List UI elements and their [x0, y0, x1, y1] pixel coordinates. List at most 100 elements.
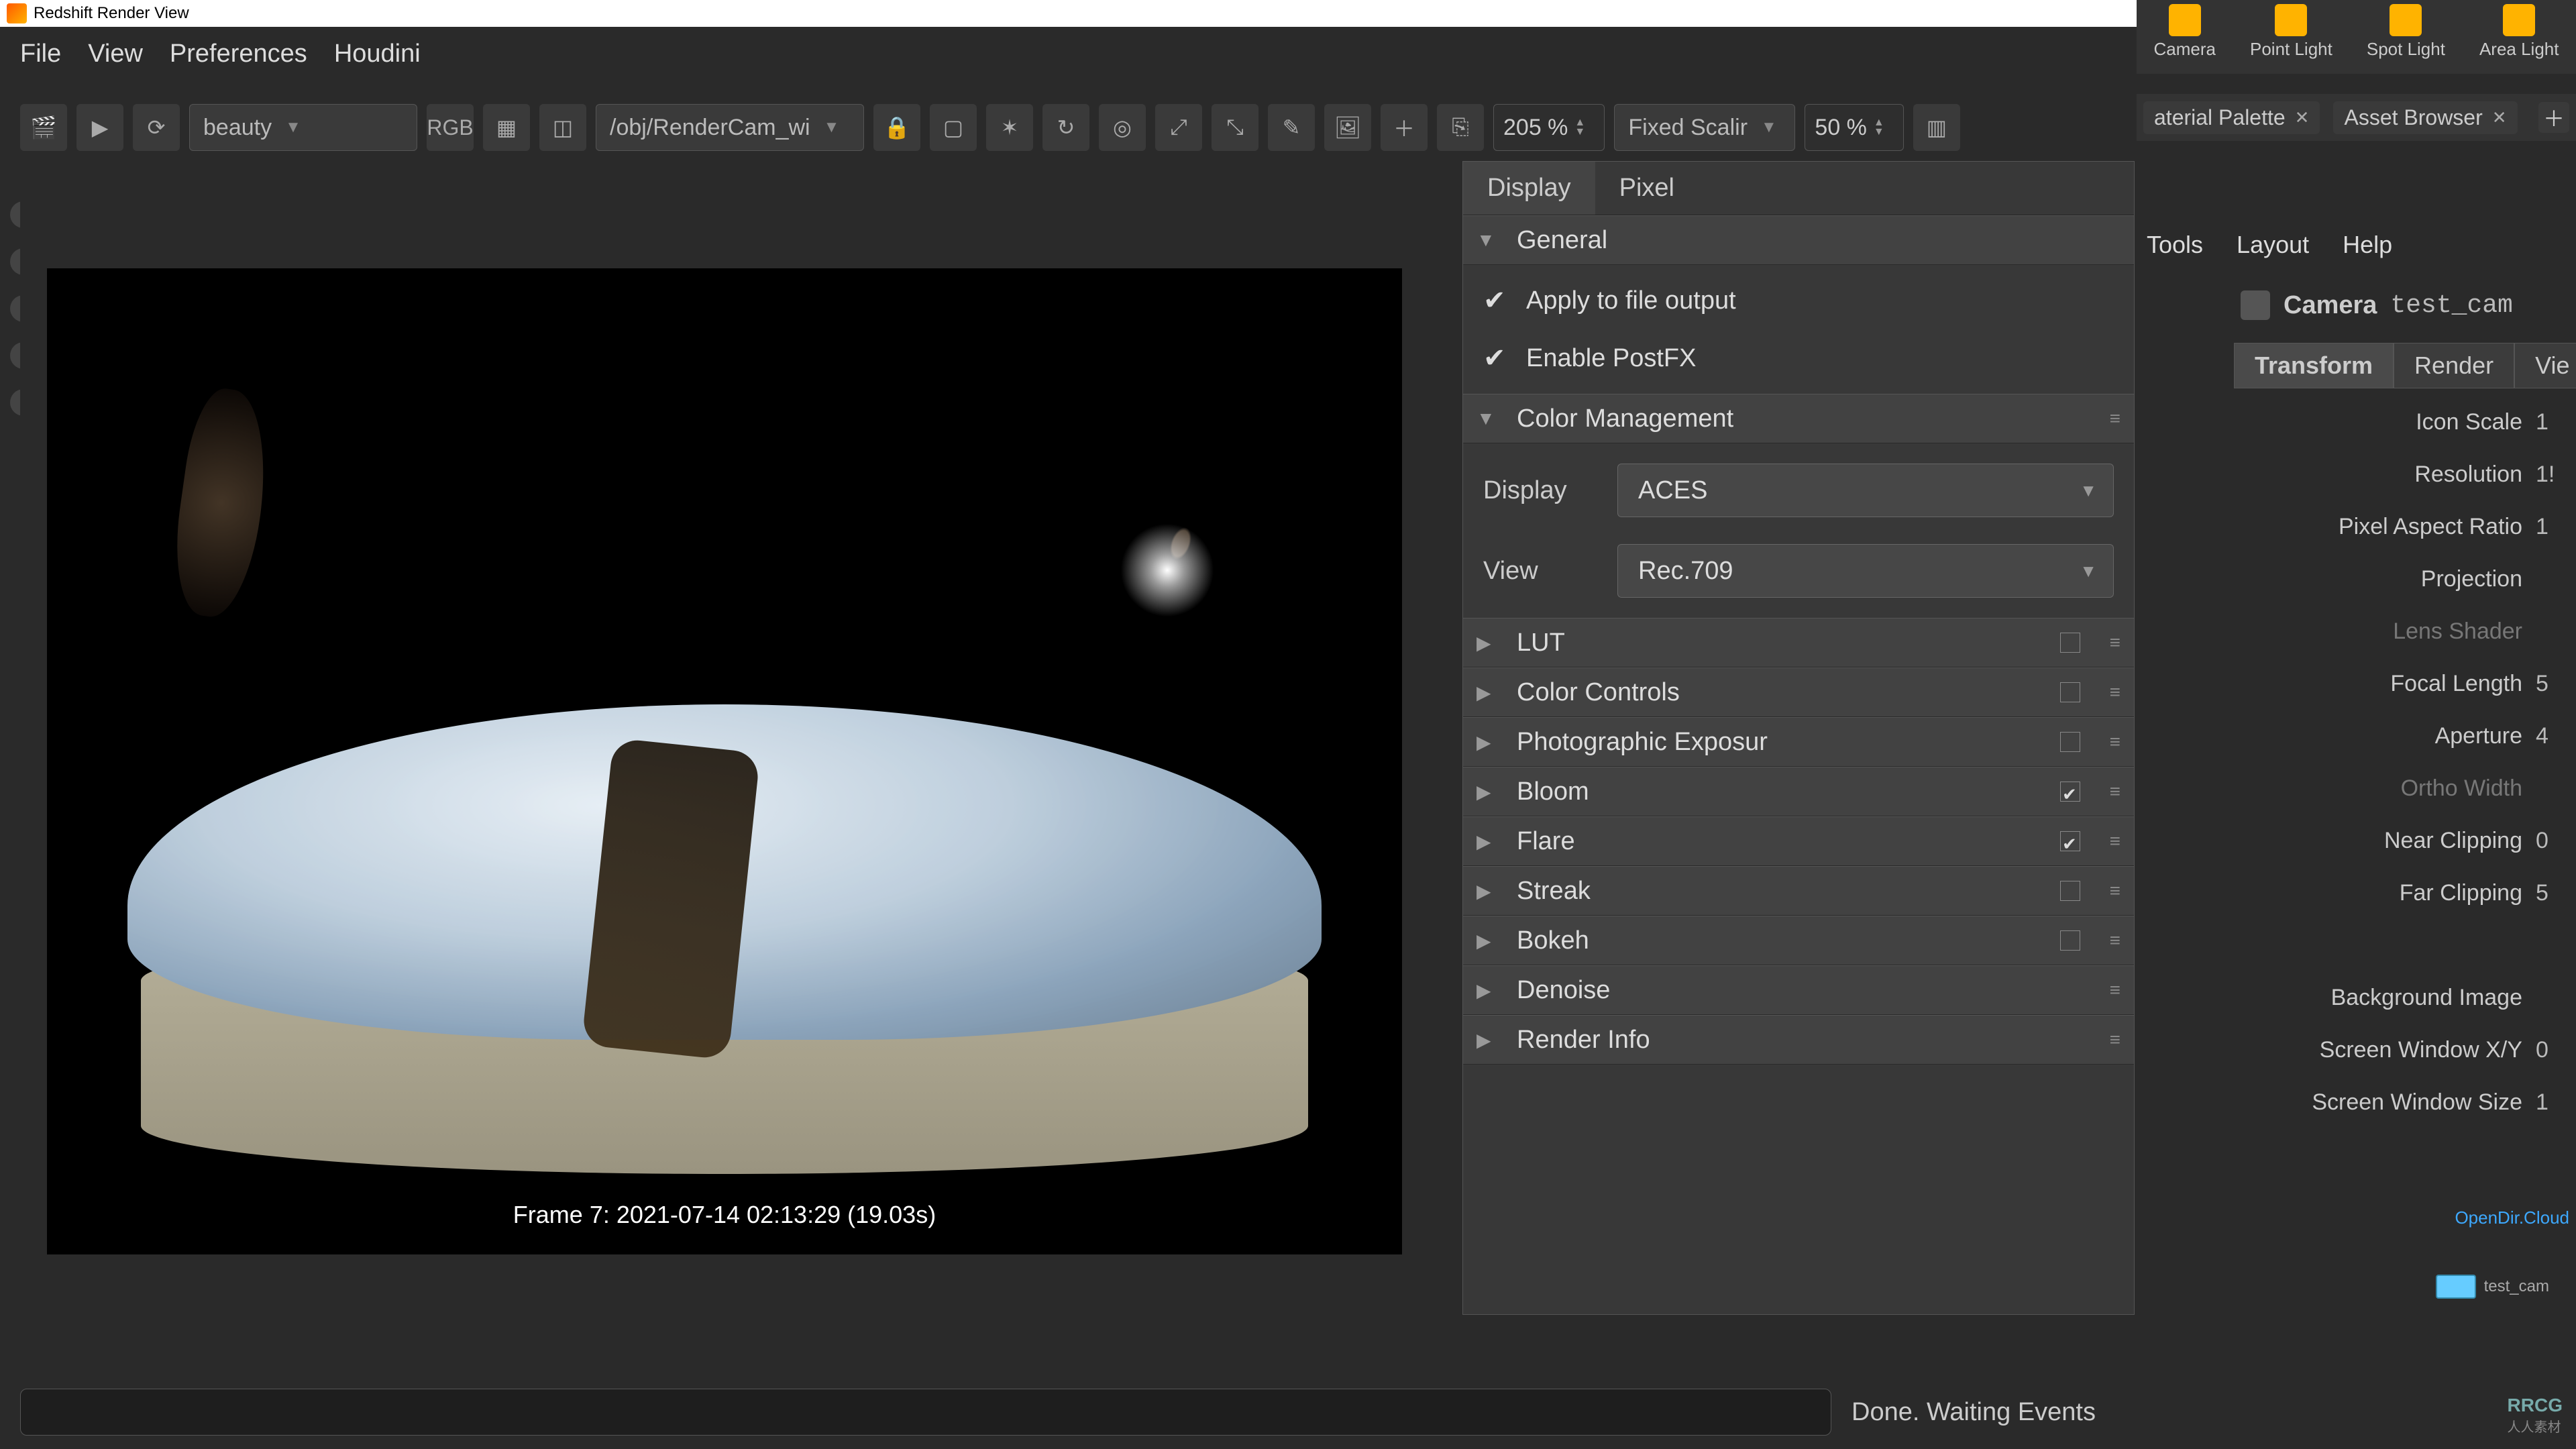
bottom-bar: Done. Waiting Events — [20, 1382, 2127, 1442]
display-colorspace-dropdown[interactable]: ACES ▼ — [1617, 464, 2114, 517]
image-icon[interactable]: 🖼 — [1324, 104, 1371, 151]
aov-dropdown[interactable]: beauty ▼ — [189, 104, 417, 151]
menu-preferences[interactable]: Preferences — [170, 40, 307, 68]
scale-mode-dropdown[interactable]: Fixed Scalir ▼ — [1614, 104, 1795, 151]
prop-label: Resolution — [2241, 462, 2536, 488]
tab-pixel[interactable]: Pixel — [1595, 162, 1699, 215]
copy-icon[interactable]: ⎘ — [1437, 104, 1484, 151]
diagonal-arrows-icon[interactable]: ⤡ — [1212, 104, 1258, 151]
prop-value[interactable]: 5 — [2536, 671, 2576, 697]
menu-layout[interactable]: Layout — [2237, 231, 2309, 259]
prop-row — [2241, 919, 2576, 971]
section-enable-checkbox[interactable] — [2060, 633, 2080, 653]
browser-tabs: aterial Palette✕ Asset Browser✕ ＋ — [2137, 94, 2576, 141]
camera-node-header[interactable]: Camera test_cam — [2241, 282, 2576, 329]
box-icon[interactable]: ▢ — [930, 104, 977, 151]
menu-tools[interactable]: Tools — [2147, 231, 2203, 259]
camera-node-mini[interactable]: test_cam — [2436, 1275, 2549, 1299]
menu-file[interactable]: File — [20, 40, 61, 68]
zoom-field[interactable]: 205 % ▲▼ — [1493, 104, 1605, 151]
shelf-camera[interactable]: Camera — [2154, 4, 2216, 60]
play-icon[interactable]: ▶ — [76, 104, 123, 151]
window-title: Redshift Render View — [34, 4, 189, 23]
section-label: LUT — [1517, 629, 1565, 657]
expand-icon[interactable]: ⤢ — [1155, 104, 1202, 151]
expand-icon: ▶ — [1477, 781, 1497, 803]
zoom-value: 205 % — [1503, 115, 1568, 141]
close-icon[interactable]: ✕ — [2295, 107, 2310, 128]
prop-value[interactable]: 0 — [2536, 1037, 2576, 1063]
prop-value[interactable]: 1 — [2536, 409, 2576, 435]
shelf-point-light[interactable]: Point Light — [2250, 4, 2332, 60]
section-flare[interactable]: ▶Flare≡ — [1463, 816, 2134, 866]
tab-render[interactable]: Render — [2394, 343, 2514, 388]
prop-value[interactable]: 4 — [2536, 723, 2576, 749]
add-snapshot-icon[interactable]: ＋ — [1381, 104, 1428, 151]
refresh-icon[interactable]: ⟳ — [133, 104, 180, 151]
section-photographic-exposur[interactable]: ▶Photographic Exposur≡ — [1463, 717, 2134, 767]
close-icon[interactable]: ✕ — [2492, 107, 2507, 128]
spark-icon[interactable]: ✶ — [986, 104, 1033, 151]
enable-postfx-checkbox[interactable]: ✔ Enable PostFX — [1483, 343, 2114, 374]
grip-icon: ≡ — [2110, 880, 2121, 902]
section-lut[interactable]: ▶LUT≡ — [1463, 618, 2134, 667]
view-transform-dropdown[interactable]: Rec.709 ▼ — [1617, 544, 2114, 598]
tab-view[interactable]: Vie — [2514, 343, 2576, 388]
add-tab-button[interactable]: ＋ — [2538, 102, 2569, 133]
section-enable-checkbox[interactable] — [2060, 881, 2080, 901]
menu-view[interactable]: View — [88, 40, 143, 68]
section-render-info[interactable]: ▶Render Info≡ — [1463, 1015, 2134, 1065]
camera-dropdown[interactable]: /obj/RenderCam_wi ▼ — [596, 104, 864, 151]
shelf-area-light[interactable]: Area Light — [2479, 4, 2559, 60]
apply-file-output-checkbox[interactable]: ✔ Apply to file output — [1483, 285, 2114, 316]
display-panel: Display Pixel ▼ General ✔ Apply to file … — [1462, 161, 2135, 1315]
tab-transform[interactable]: Transform — [2234, 343, 2394, 388]
menu-help[interactable]: Help — [2343, 231, 2392, 259]
clapper-icon[interactable]: 🎬 — [20, 104, 67, 151]
tab-material-palette[interactable]: aterial Palette✕ — [2143, 101, 2320, 134]
prop-label: Lens Shader — [2241, 619, 2536, 645]
section-bokeh[interactable]: ▶Bokeh≡ — [1463, 916, 2134, 965]
crop-icon[interactable]: ◫ — [539, 104, 586, 151]
section-label: Streak — [1517, 877, 1591, 906]
section-enable-checkbox[interactable] — [2060, 831, 2080, 851]
target-icon[interactable]: ◎ — [1099, 104, 1146, 151]
section-enable-checkbox[interactable] — [2060, 782, 2080, 802]
section-color-controls[interactable]: ▶Color Controls≡ — [1463, 667, 2134, 717]
wand-icon[interactable]: ✎ — [1268, 104, 1315, 151]
chevron-down-icon: ▼ — [2080, 561, 2097, 582]
section-label: Color Management — [1517, 405, 1733, 433]
section-enable-checkbox[interactable] — [2060, 732, 2080, 752]
section-enable-checkbox[interactable] — [2060, 930, 2080, 951]
prop-value[interactable]: 1! — [2536, 462, 2576, 488]
camera-node-label: test_cam — [2484, 1277, 2549, 1296]
section-general[interactable]: ▼ General — [1463, 215, 2134, 265]
node-name: test_cam — [2390, 291, 2512, 320]
menu-houdini[interactable]: Houdini — [334, 40, 421, 68]
frame-info: Frame 7: 2021-07-14 02:13:29 (19.03s) — [500, 1195, 949, 1234]
circle-arrow-icon[interactable]: ↻ — [1042, 104, 1089, 151]
grid-icon[interactable]: ▦ — [483, 104, 530, 151]
prop-value[interactable]: 1 — [2536, 1089, 2576, 1116]
view-transform-value: Rec.709 — [1638, 557, 1733, 586]
view-label: View — [1483, 557, 1591, 586]
section-streak[interactable]: ▶Streak≡ — [1463, 866, 2134, 916]
prop-value[interactable]: 5 — [2536, 880, 2576, 906]
prop-value[interactable]: 0 — [2536, 828, 2576, 854]
scale-pct-field[interactable]: 50 % ▲▼ — [1805, 104, 1904, 151]
render-image[interactable]: Frame 7: 2021-07-14 02:13:29 (19.03s) — [47, 268, 1402, 1254]
shelf-spot-light[interactable]: Spot Light — [2367, 4, 2445, 60]
rgb-toggle[interactable]: RGB — [427, 104, 474, 151]
section-enable-checkbox[interactable] — [2060, 682, 2080, 702]
lock-icon[interactable]: 🔒 — [873, 104, 920, 151]
section-bloom[interactable]: ▶Bloom≡ — [1463, 767, 2134, 816]
grip-icon: ≡ — [2110, 682, 2121, 703]
section-color-management[interactable]: ▼ Color Management ≡ — [1463, 394, 2134, 443]
buffer-icon[interactable]: ▥ — [1913, 104, 1960, 151]
section-label: Color Controls — [1517, 678, 1680, 707]
tab-asset-browser[interactable]: Asset Browser✕ — [2333, 101, 2517, 134]
section-denoise[interactable]: ▶Denoise≡ — [1463, 965, 2134, 1015]
camera-properties: Icon Scale1Resolution1!Pixel Aspect Rati… — [2241, 396, 2576, 1128]
tab-display[interactable]: Display — [1463, 162, 1595, 215]
prop-value[interactable]: 1 — [2536, 514, 2576, 540]
